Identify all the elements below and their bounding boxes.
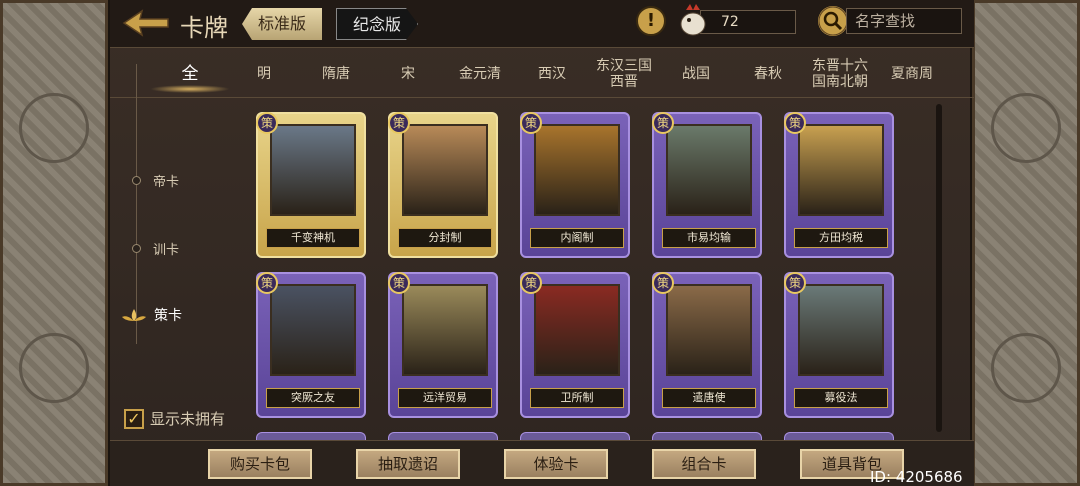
card-item[interactable]: 策远洋贸易 [388,272,498,418]
card-type-badge: 策 [256,272,278,294]
card-name-label: 分封制 [398,228,492,248]
card-item[interactable]: 策千变神机 [256,112,366,258]
card-artwork [666,284,752,376]
card-artwork [798,124,884,216]
category-rail [136,64,137,344]
era-tab-sui-tang[interactable]: 隋唐 [306,50,366,98]
combo-card-button[interactable]: 组合卡 [652,449,756,479]
card-name-label: 千变神机 [266,228,360,248]
top-bar: 卡牌 标准版 纪念版 ! 72 [110,0,974,48]
back-arrow-icon[interactable] [122,8,170,38]
coin-amount: 72 [721,14,739,30]
card-item[interactable]: 策内阁制 [520,112,630,258]
era-filter-bar: 全 明 隋唐 宋 金元清 西汉 东汉三国 西晋 战国 春秋 东晋十六 国南北朝 … [110,50,974,98]
card-item[interactable]: 策突厥之友 [256,272,366,418]
card-name-label: 内阁制 [530,228,624,248]
search-icon[interactable] [818,6,848,36]
era-tab-eastern-jin-northern-southern[interactable]: 东晋十六 国南北朝 [802,50,878,98]
dragon-ornament-icon [991,333,1061,403]
show-unowned-label: 显示未拥有 [150,410,226,428]
category-dot [132,175,141,185]
card-artwork [666,124,752,216]
card-item[interactable]: 策市易均输 [652,112,762,258]
card-name-label: 市易均输 [662,228,756,248]
tab-standard-edition[interactable]: 标准版 [242,8,323,40]
card-artwork [270,284,356,376]
card-type-badge: 策 [520,112,542,134]
rooster-currency-icon [680,4,706,36]
category-label: 帝卡 [153,174,180,190]
era-tab-all[interactable]: 全 [160,50,220,98]
dragon-ornament-icon [19,93,89,163]
era-tab-song[interactable]: 宋 [378,50,438,98]
card-item[interactable]: 策遣唐使 [652,272,762,418]
trial-card-button[interactable]: 体验卡 [504,449,608,479]
card-type-badge: 策 [652,272,674,294]
dragon-ornament-icon [991,93,1061,163]
card-name-label: 遣唐使 [662,388,756,408]
card-item[interactable]: 策募役法 [784,272,894,418]
left-decor-panel [0,0,108,486]
card-artwork [402,284,488,376]
era-tab-western-han[interactable]: 西汉 [522,50,582,98]
card-artwork [534,124,620,216]
bottom-action-bar: 购买卡包 抽取遗诏 体验卡 组合卡 道具背包 [110,440,974,486]
buy-card-pack-button[interactable]: 购买卡包 [208,449,312,479]
card-name-label: 募役法 [794,388,888,408]
search-input[interactable] [846,8,962,34]
card-item[interactable]: 策卫所制 [520,272,630,418]
card-artwork [402,124,488,216]
tab-commemorative-edition[interactable]: 纪念版 [336,8,418,40]
category-emperor-cards[interactable]: 帝卡 [132,170,179,190]
card-artwork [270,124,356,216]
card-type-badge: 策 [388,272,410,294]
card-type-badge: 策 [652,112,674,134]
page-title: 卡牌 [180,14,228,42]
era-tab-eastern-han-three-kingdoms[interactable]: 东汉三国 西晋 [586,50,662,98]
category-strategy-cards[interactable]: 策卡 [120,305,182,325]
card-type-badge: 策 [784,112,806,134]
right-decor-panel [972,0,1080,486]
card-artwork [798,284,884,376]
checkbox-checked-icon[interactable]: ✓ [124,408,144,429]
era-tab-xia-shang-zhou[interactable]: 夏商周 [882,50,942,98]
era-tab-spring-autumn[interactable]: 春秋 [738,50,798,98]
coin-counter: 72 [700,10,796,34]
era-tab-ming[interactable]: 明 [234,50,294,98]
scrollbar[interactable] [936,104,942,432]
card-type-badge: 策 [784,272,806,294]
card-collection-screen: 卡牌 标准版 纪念版 ! 72 全 明 隋唐 宋 金元清 西汉 东汉三国 西晋 … [108,0,974,486]
draw-edict-button[interactable]: 抽取遗诏 [356,449,460,479]
category-label: 策卡 [154,308,182,324]
category-training-cards[interactable]: 训卡 [132,238,179,258]
card-item[interactable]: 策方田均税 [784,112,894,258]
card-artwork [534,284,620,376]
card-type-badge: 策 [256,112,278,134]
card-name-label: 突厥之友 [266,388,360,408]
category-label: 训卡 [153,242,180,258]
card-type-badge: 策 [388,112,410,134]
alert-icon[interactable]: ! [636,6,666,36]
era-tab-warring-states[interactable]: 战国 [666,50,726,98]
card-name-label: 远洋贸易 [398,388,492,408]
player-id: ID: 4205686 [870,468,963,486]
era-tab-jin-yuan-qing[interactable]: 金元清 [448,50,512,98]
card-type-badge: 策 [520,272,542,294]
category-dot [132,243,141,253]
card-name-label: 卫所制 [530,388,624,408]
card-name-label: 方田均税 [794,228,888,248]
show-unowned-toggle[interactable]: ✓ 显示未拥有 [124,408,225,429]
lotus-icon [122,309,146,321]
dragon-ornament-icon [19,333,89,403]
card-item[interactable]: 策分封制 [388,112,498,258]
